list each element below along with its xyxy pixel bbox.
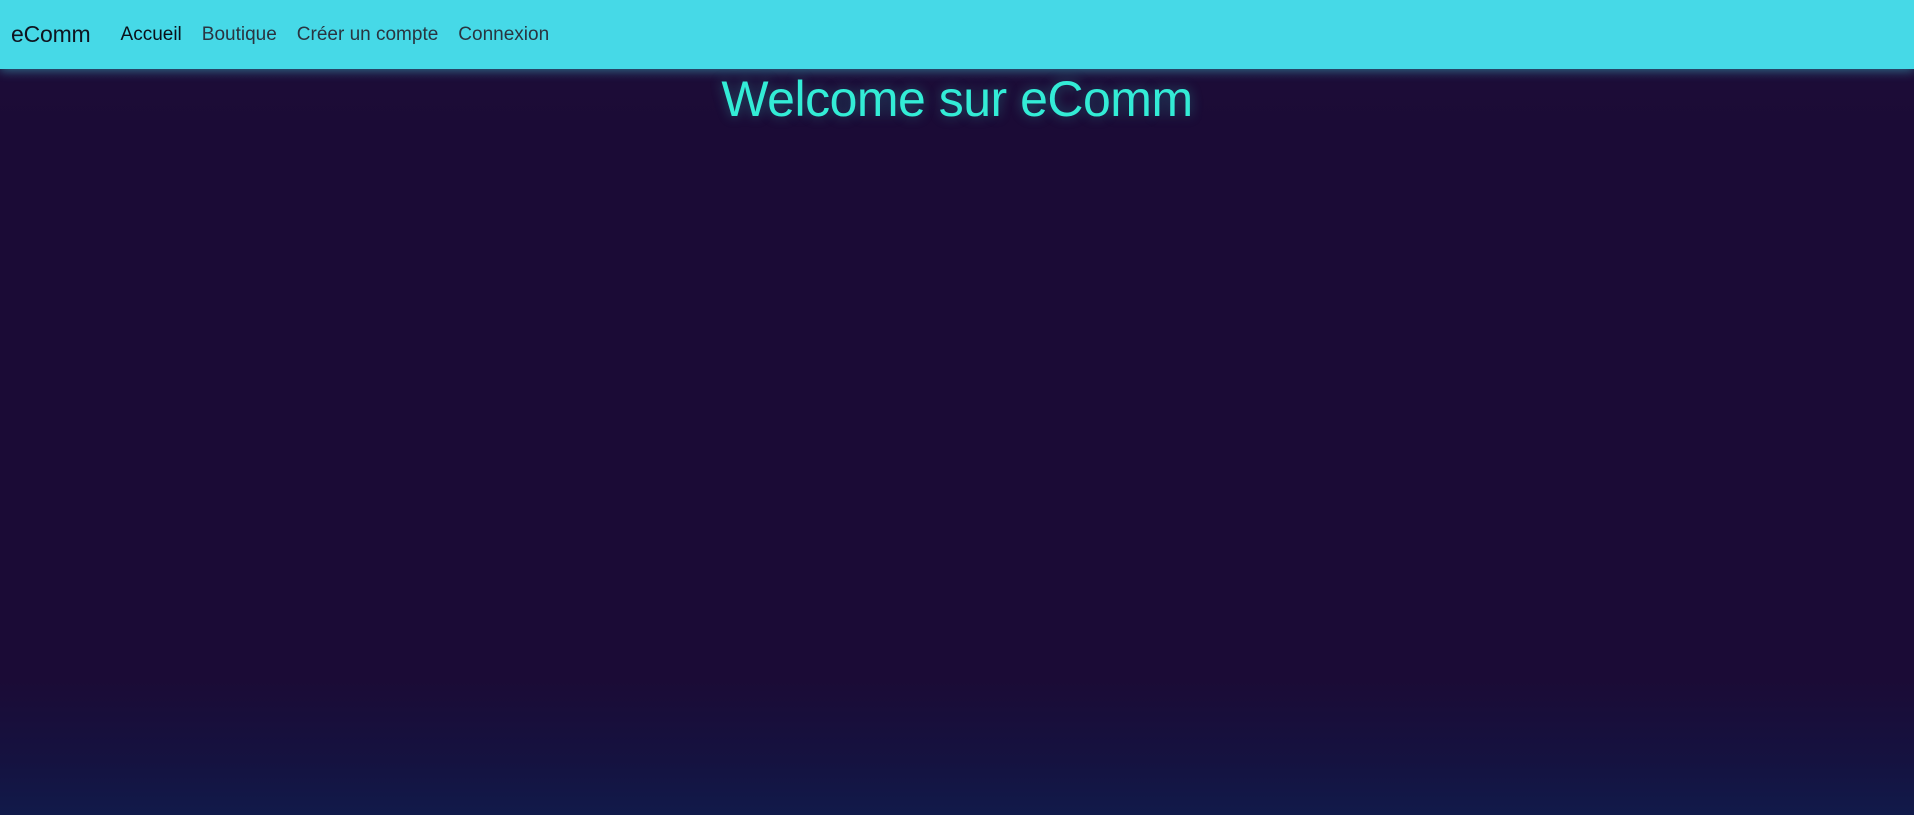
main-content xyxy=(0,69,1914,815)
top-navbar: eComm Accueil Boutique Créer un compte C… xyxy=(0,0,1914,69)
nav-item-connexion: Connexion xyxy=(458,24,569,46)
nav-link-boutique[interactable]: Boutique xyxy=(202,24,277,45)
nav-list: Accueil Boutique Créer un compte Connexi… xyxy=(121,24,570,46)
page-title: Welcome sur eComm xyxy=(721,71,1193,127)
brand-link[interactable]: eComm xyxy=(11,21,91,48)
nav-item-creer-compte: Créer un compte xyxy=(297,24,459,46)
nav-link-creer-compte[interactable]: Créer un compte xyxy=(297,24,439,45)
nav-item-boutique: Boutique xyxy=(202,24,297,46)
nav-link-connexion[interactable]: Connexion xyxy=(458,24,549,45)
nav-item-accueil: Accueil xyxy=(121,24,202,46)
nav-link-accueil[interactable]: Accueil xyxy=(121,24,182,45)
